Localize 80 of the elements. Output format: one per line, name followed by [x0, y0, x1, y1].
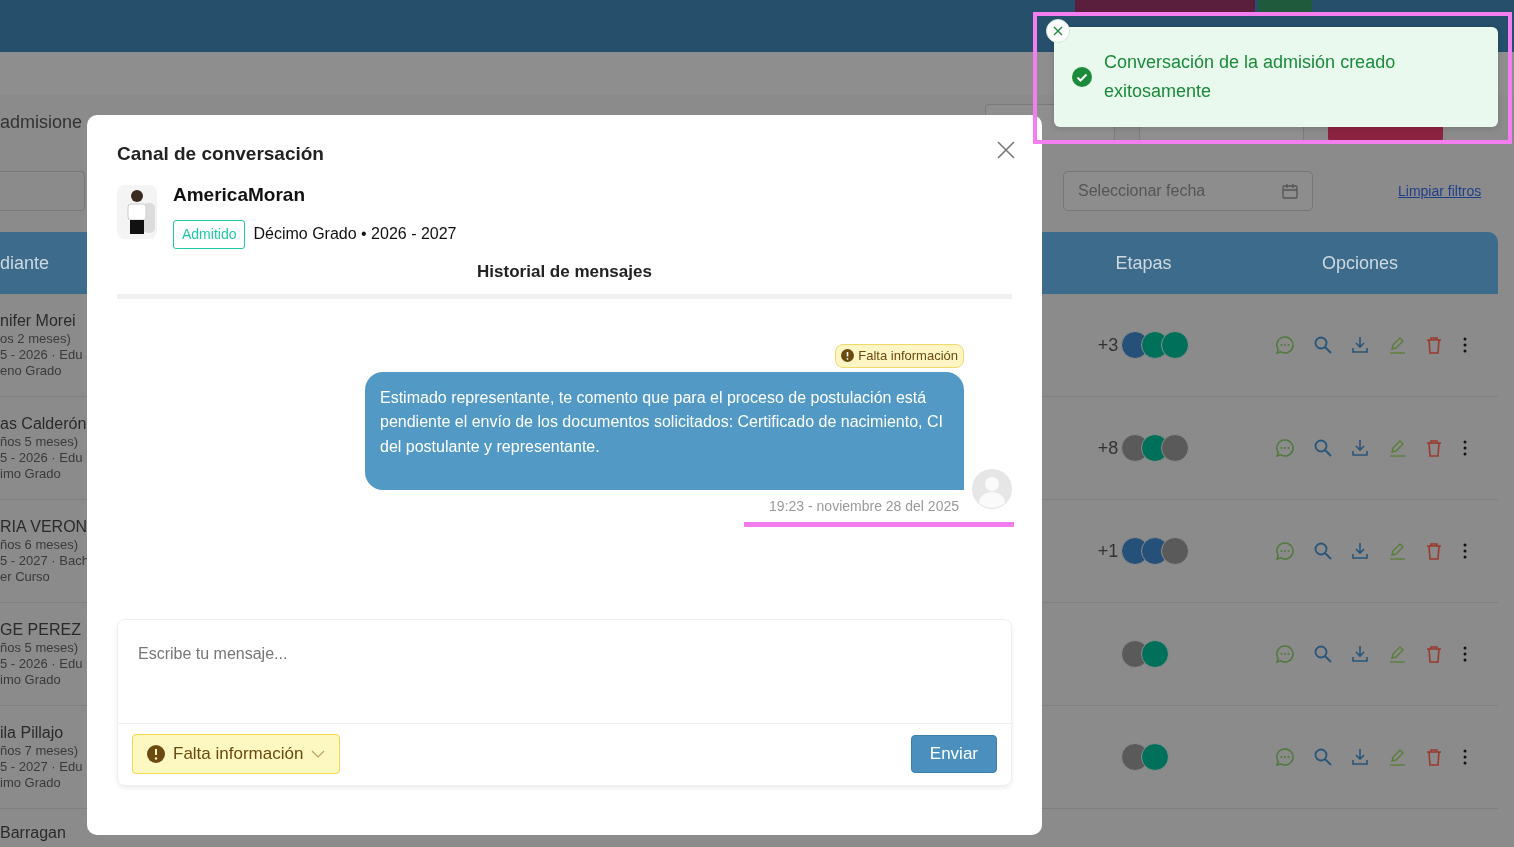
- student-detail: imo Grado: [0, 775, 62, 792]
- pencil-icon[interactable]: [1388, 336, 1407, 354]
- close-button[interactable]: [996, 139, 1018, 161]
- check-icon: [1072, 67, 1092, 87]
- student-detail: 5 - 2026 · Edu: [0, 655, 84, 673]
- toast-message: Conversación de la admisión creado exitosamente: [1104, 51, 1397, 103]
- student-detail: 5 - 2026 · Edu: [0, 346, 84, 364]
- pencil-icon[interactable]: [1388, 542, 1407, 560]
- student-name: ila Pillajo: [0, 722, 65, 743]
- student-name: nifer Morei: [0, 310, 77, 331]
- download-icon[interactable]: [1350, 645, 1369, 663]
- trash-icon[interactable]: [1425, 439, 1444, 457]
- contact-details: Décimo Grado • 2026 - 2027: [253, 224, 457, 244]
- chat-icon[interactable]: [1274, 644, 1295, 664]
- date-field[interactable]: Seleccionar fecha: [1063, 171, 1313, 211]
- more-icon[interactable]: [1462, 337, 1469, 353]
- download-icon[interactable]: [1350, 336, 1369, 354]
- alert-icon: [841, 349, 855, 363]
- pencil-icon[interactable]: [1388, 439, 1407, 457]
- alert-icon: [147, 745, 165, 763]
- chat-icon[interactable]: [1274, 438, 1295, 458]
- more-icon[interactable]: [1462, 543, 1469, 559]
- student-name: as Calderón: [0, 413, 87, 434]
- column-header: Opciones: [1321, 251, 1398, 275]
- column-header: Etapas: [1115, 251, 1172, 275]
- dialog-title: Canal de conversación: [117, 143, 324, 166]
- student-name: Barragan: [0, 823, 67, 843]
- calendar-icon: [1282, 183, 1298, 199]
- trash-icon[interactable]: [1425, 645, 1444, 663]
- search-icon[interactable]: [1313, 748, 1332, 766]
- close-icon: [996, 140, 1016, 160]
- pencil-icon[interactable]: [1388, 748, 1407, 766]
- history-title: Historial de mensajes: [476, 260, 653, 283]
- download-icon[interactable]: [1350, 542, 1369, 560]
- caret-icon: [311, 749, 326, 759]
- student-detail: ños 5 meses): [0, 433, 80, 450]
- chat-icon[interactable]: [1274, 747, 1295, 767]
- category-dropdown[interactable]: Falta información: [132, 734, 341, 774]
- download-icon[interactable]: [1350, 439, 1369, 457]
- trash-icon[interactable]: [1425, 748, 1444, 766]
- trash-icon[interactable]: [1425, 336, 1444, 354]
- student-name: RIA VERON: [0, 516, 87, 537]
- message-field[interactable]: Escribe tu mensaje...: [118, 620, 1011, 723]
- more-icon[interactable]: [1462, 440, 1469, 456]
- contact-name: AmericaMoran: [173, 183, 306, 207]
- search-icon[interactable]: [1313, 542, 1332, 560]
- section-title: admisione: [0, 111, 84, 134]
- category-tag: Falta información: [835, 344, 964, 368]
- pencil-icon[interactable]: [1388, 645, 1407, 663]
- column-header: diante: [0, 251, 51, 275]
- chat-icon[interactable]: [1274, 335, 1295, 355]
- avatar-icon: [972, 468, 1012, 509]
- message-time: 19:23 - noviembre 28 del 2025: [769, 496, 959, 516]
- more-icon[interactable]: [1462, 749, 1469, 765]
- more-icon[interactable]: [1462, 646, 1469, 662]
- download-icon[interactable]: [1350, 748, 1369, 766]
- chat-icon[interactable]: [1274, 541, 1295, 561]
- student-detail: er Curso: [0, 569, 51, 586]
- student-detail: ños 7 meses): [0, 742, 80, 759]
- search-icon[interactable]: [1313, 336, 1332, 354]
- message-bubble: Estimado representante, te comento que para el proceso de postulación está pendiente el envío de los documentos solicitados: Certificado de nacimiento, CI del postulante y representante.: [365, 371, 964, 490]
- student-detail: imo Grado: [0, 672, 62, 689]
- stage-count: +8: [1097, 436, 1119, 460]
- student-name: GE PEREZ: [0, 619, 82, 640]
- student-detail: imo Grado: [0, 466, 62, 483]
- close-icon: [1053, 26, 1063, 36]
- student-detail: 5 - 2027 · Edu: [0, 758, 84, 776]
- student-detail: 5 - 2026 · Edu: [0, 449, 84, 467]
- stage-count: +3: [1097, 333, 1119, 357]
- status-tag: Admitido: [173, 219, 246, 249]
- student-detail: eno Grado: [0, 363, 63, 380]
- student-detail: ños 6 meses): [0, 536, 80, 553]
- student-detail: ños 5 meses): [0, 639, 80, 656]
- trash-icon[interactable]: [1425, 542, 1444, 560]
- send-button[interactable]: Enviar: [910, 735, 997, 773]
- clear-filters-link[interactable]: Limpiar filtros: [1398, 180, 1482, 202]
- search-icon[interactable]: [1313, 645, 1332, 663]
- stage-count: +1: [1097, 539, 1119, 563]
- student-detail: os 2 meses): [0, 330, 72, 347]
- search-icon[interactable]: [1313, 439, 1332, 457]
